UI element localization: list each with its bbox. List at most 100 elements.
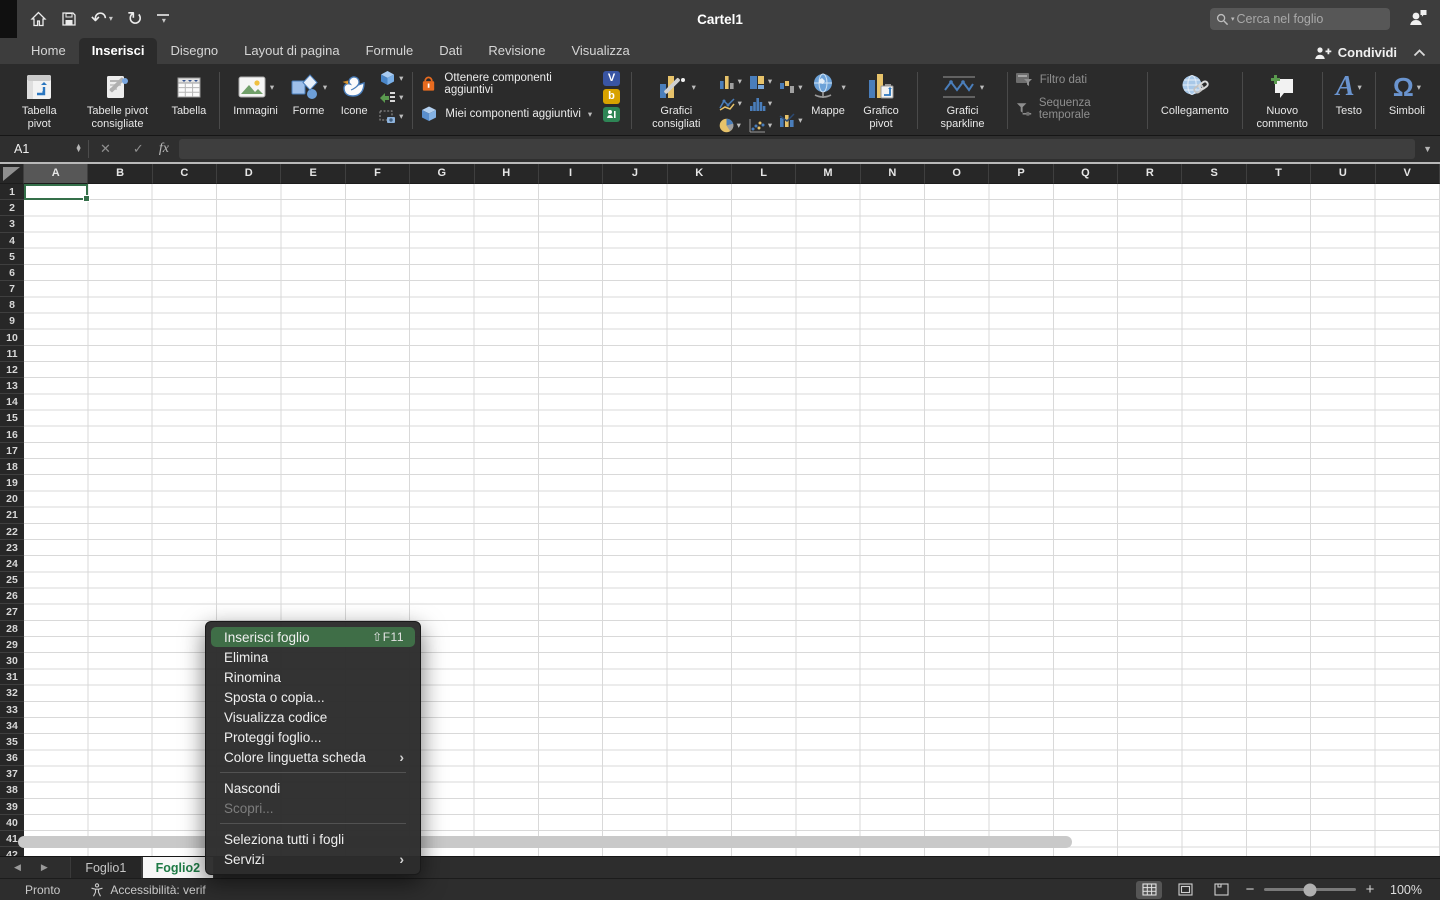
row-header-39[interactable]: 39 xyxy=(0,799,24,815)
my-addins-dropdown-icon[interactable]: ▾ xyxy=(588,109,592,120)
selected-cell-a1[interactable] xyxy=(24,184,88,200)
column-header-i[interactable]: I xyxy=(539,164,603,184)
icons-button[interactable]: Icone xyxy=(333,68,375,118)
redo-button[interactable]: ↻ xyxy=(127,10,143,29)
row-header-30[interactable]: 30 xyxy=(0,653,24,669)
row-header-36[interactable]: 36 xyxy=(0,750,24,766)
tab-dati[interactable]: Dati xyxy=(426,38,475,64)
sheet-tab-foglio1[interactable]: Foglio1 xyxy=(70,857,142,878)
column-header-c[interactable]: C xyxy=(153,164,217,184)
text-button[interactable]: A▾ Testo xyxy=(1330,68,1368,118)
zoom-in-button[interactable]: + xyxy=(1364,881,1376,898)
tab-disegno[interactable]: Disegno xyxy=(157,38,231,64)
line-chart-button[interactable]: ▾ xyxy=(718,94,742,113)
column-header-j[interactable]: J xyxy=(603,164,667,184)
column-header-h[interactable]: H xyxy=(475,164,539,184)
pivot-table-button[interactable]: Tabella pivot xyxy=(9,68,70,131)
column-header-o[interactable]: O xyxy=(925,164,989,184)
column-header-r[interactable]: R xyxy=(1118,164,1182,184)
collapse-ribbon-button[interactable] xyxy=(1413,49,1426,57)
shapes-button[interactable]: ▾ Forme xyxy=(284,68,333,118)
recommended-charts-button[interactable]: ▾ Grafici consigliati xyxy=(639,68,714,131)
tab-formule[interactable]: Formule xyxy=(353,38,427,64)
column-header-b[interactable]: B xyxy=(88,164,152,184)
statistic-chart-dropdown-icon[interactable]: ▾ xyxy=(768,98,772,109)
hierarchy-chart-dropdown-icon[interactable]: ▾ xyxy=(768,76,772,87)
zoom-out-button[interactable]: − xyxy=(1244,881,1256,898)
pie-chart-dropdown-icon[interactable]: ▾ xyxy=(737,120,741,131)
row-header-25[interactable]: 25 xyxy=(0,572,24,588)
bing-addin-tile[interactable]: b xyxy=(603,89,620,104)
my-addins-button[interactable]: Miei componenti aggiuntivi ▾ xyxy=(420,105,595,123)
slicer-button[interactable]: Filtro dati xyxy=(1015,72,1140,87)
save-button[interactable] xyxy=(61,11,77,27)
sparklines-dropdown-icon[interactable]: ▾ xyxy=(980,82,984,93)
search-scope-chevron-icon[interactable]: ▾ xyxy=(1231,15,1235,23)
row-header-8[interactable]: 8 xyxy=(0,297,24,313)
insert-function-button[interactable]: fx xyxy=(155,141,179,157)
row-header-16[interactable]: 16 xyxy=(0,427,24,443)
sparklines-button[interactable]: ▾ Grafici sparkline xyxy=(925,68,1000,131)
timeline-button[interactable]: Sequenza temporale xyxy=(1015,97,1140,121)
images-dropdown-icon[interactable]: ▾ xyxy=(270,82,274,93)
row-header-17[interactable]: 17 xyxy=(0,443,24,459)
menu-item-inserisci-foglio[interactable]: Inserisci foglio⇧F11 xyxy=(211,627,415,647)
row-header-28[interactable]: 28 xyxy=(0,621,24,637)
menu-item-rinomina[interactable]: Rinomina xyxy=(211,667,415,687)
menu-item-elimina[interactable]: Elimina xyxy=(211,647,415,667)
row-header-7[interactable]: 7 xyxy=(0,281,24,297)
column-header-a[interactable]: A xyxy=(24,164,88,184)
3d-models-button[interactable]: ▾ xyxy=(379,70,403,86)
formula-input[interactable] xyxy=(179,139,1415,159)
enter-button[interactable]: ✓ xyxy=(122,141,155,157)
table-button[interactable]: Tabella xyxy=(165,68,212,118)
menu-item-proteggi-foglio[interactable]: Proteggi foglio... xyxy=(211,727,415,747)
column-header-g[interactable]: G xyxy=(410,164,474,184)
row-header-1[interactable]: 1 xyxy=(0,184,24,200)
row-header-21[interactable]: 21 xyxy=(0,507,24,523)
row-header-40[interactable]: 40 xyxy=(0,815,24,831)
row-header-24[interactable]: 24 xyxy=(0,556,24,572)
tab-revisione[interactable]: Revisione xyxy=(475,38,558,64)
name-box-spinner[interactable]: ▲▼ xyxy=(75,145,82,153)
share-button[interactable]: Condividi xyxy=(1314,45,1426,60)
zoom-slider[interactable] xyxy=(1264,888,1356,891)
page-break-view-button[interactable] xyxy=(1208,881,1234,899)
column-header-p[interactable]: P xyxy=(989,164,1053,184)
row-header-23[interactable]: 23 xyxy=(0,540,24,556)
row-header-10[interactable]: 10 xyxy=(0,330,24,346)
row-header-3[interactable]: 3 xyxy=(0,216,24,232)
column-header-f[interactable]: F xyxy=(346,164,410,184)
waterfall-chart-button[interactable]: ▾ xyxy=(778,78,802,97)
smartart-dropdown-icon[interactable]: ▾ xyxy=(399,92,403,103)
page-layout-view-button[interactable] xyxy=(1172,881,1198,899)
row-header-6[interactable]: 6 xyxy=(0,265,24,281)
row-header-2[interactable]: 2 xyxy=(0,200,24,216)
symbols-dropdown-icon[interactable]: ▾ xyxy=(1417,82,1421,93)
menu-item-seleziona-tutti-i-fogli[interactable]: Seleziona tutti i fogli xyxy=(211,829,415,849)
column-header-t[interactable]: T xyxy=(1247,164,1311,184)
column-header-e[interactable]: E xyxy=(281,164,345,184)
recommended-pivot-tables-button[interactable]: Tabelle pivot consigliate xyxy=(70,68,166,131)
undo-button[interactable]: ↶▾ xyxy=(91,10,113,29)
row-header-12[interactable]: 12 xyxy=(0,362,24,378)
column-header-q[interactable]: Q xyxy=(1054,164,1118,184)
scatter-chart-button[interactable]: ▾ xyxy=(748,116,772,135)
screenshot-button[interactable]: ▾ xyxy=(379,109,403,124)
menu-item-scopri[interactable]: Scopri... xyxy=(211,798,415,818)
screenshot-dropdown-icon[interactable]: ▾ xyxy=(399,111,403,122)
normal-view-button[interactable] xyxy=(1136,881,1162,899)
customize-toolbar-button[interactable]: ▾ xyxy=(157,14,169,24)
shapes-dropdown-icon[interactable]: ▾ xyxy=(323,82,327,93)
row-header-9[interactable]: 9 xyxy=(0,313,24,329)
maps-button[interactable]: ▾ Mappe xyxy=(804,68,851,118)
pivot-chart-button[interactable]: Grafico pivot xyxy=(852,68,911,131)
tab-home[interactable]: Home xyxy=(18,38,79,64)
next-sheet-button[interactable]: ▶ xyxy=(41,862,48,873)
expand-formula-bar-icon[interactable]: ▼ xyxy=(1423,144,1440,154)
statistic-chart-button[interactable]: ▾ xyxy=(748,94,772,113)
column-header-u[interactable]: U xyxy=(1311,164,1375,184)
line-chart-dropdown-icon[interactable]: ▾ xyxy=(738,98,742,109)
row-header-18[interactable]: 18 xyxy=(0,459,24,475)
row-header-37[interactable]: 37 xyxy=(0,766,24,782)
